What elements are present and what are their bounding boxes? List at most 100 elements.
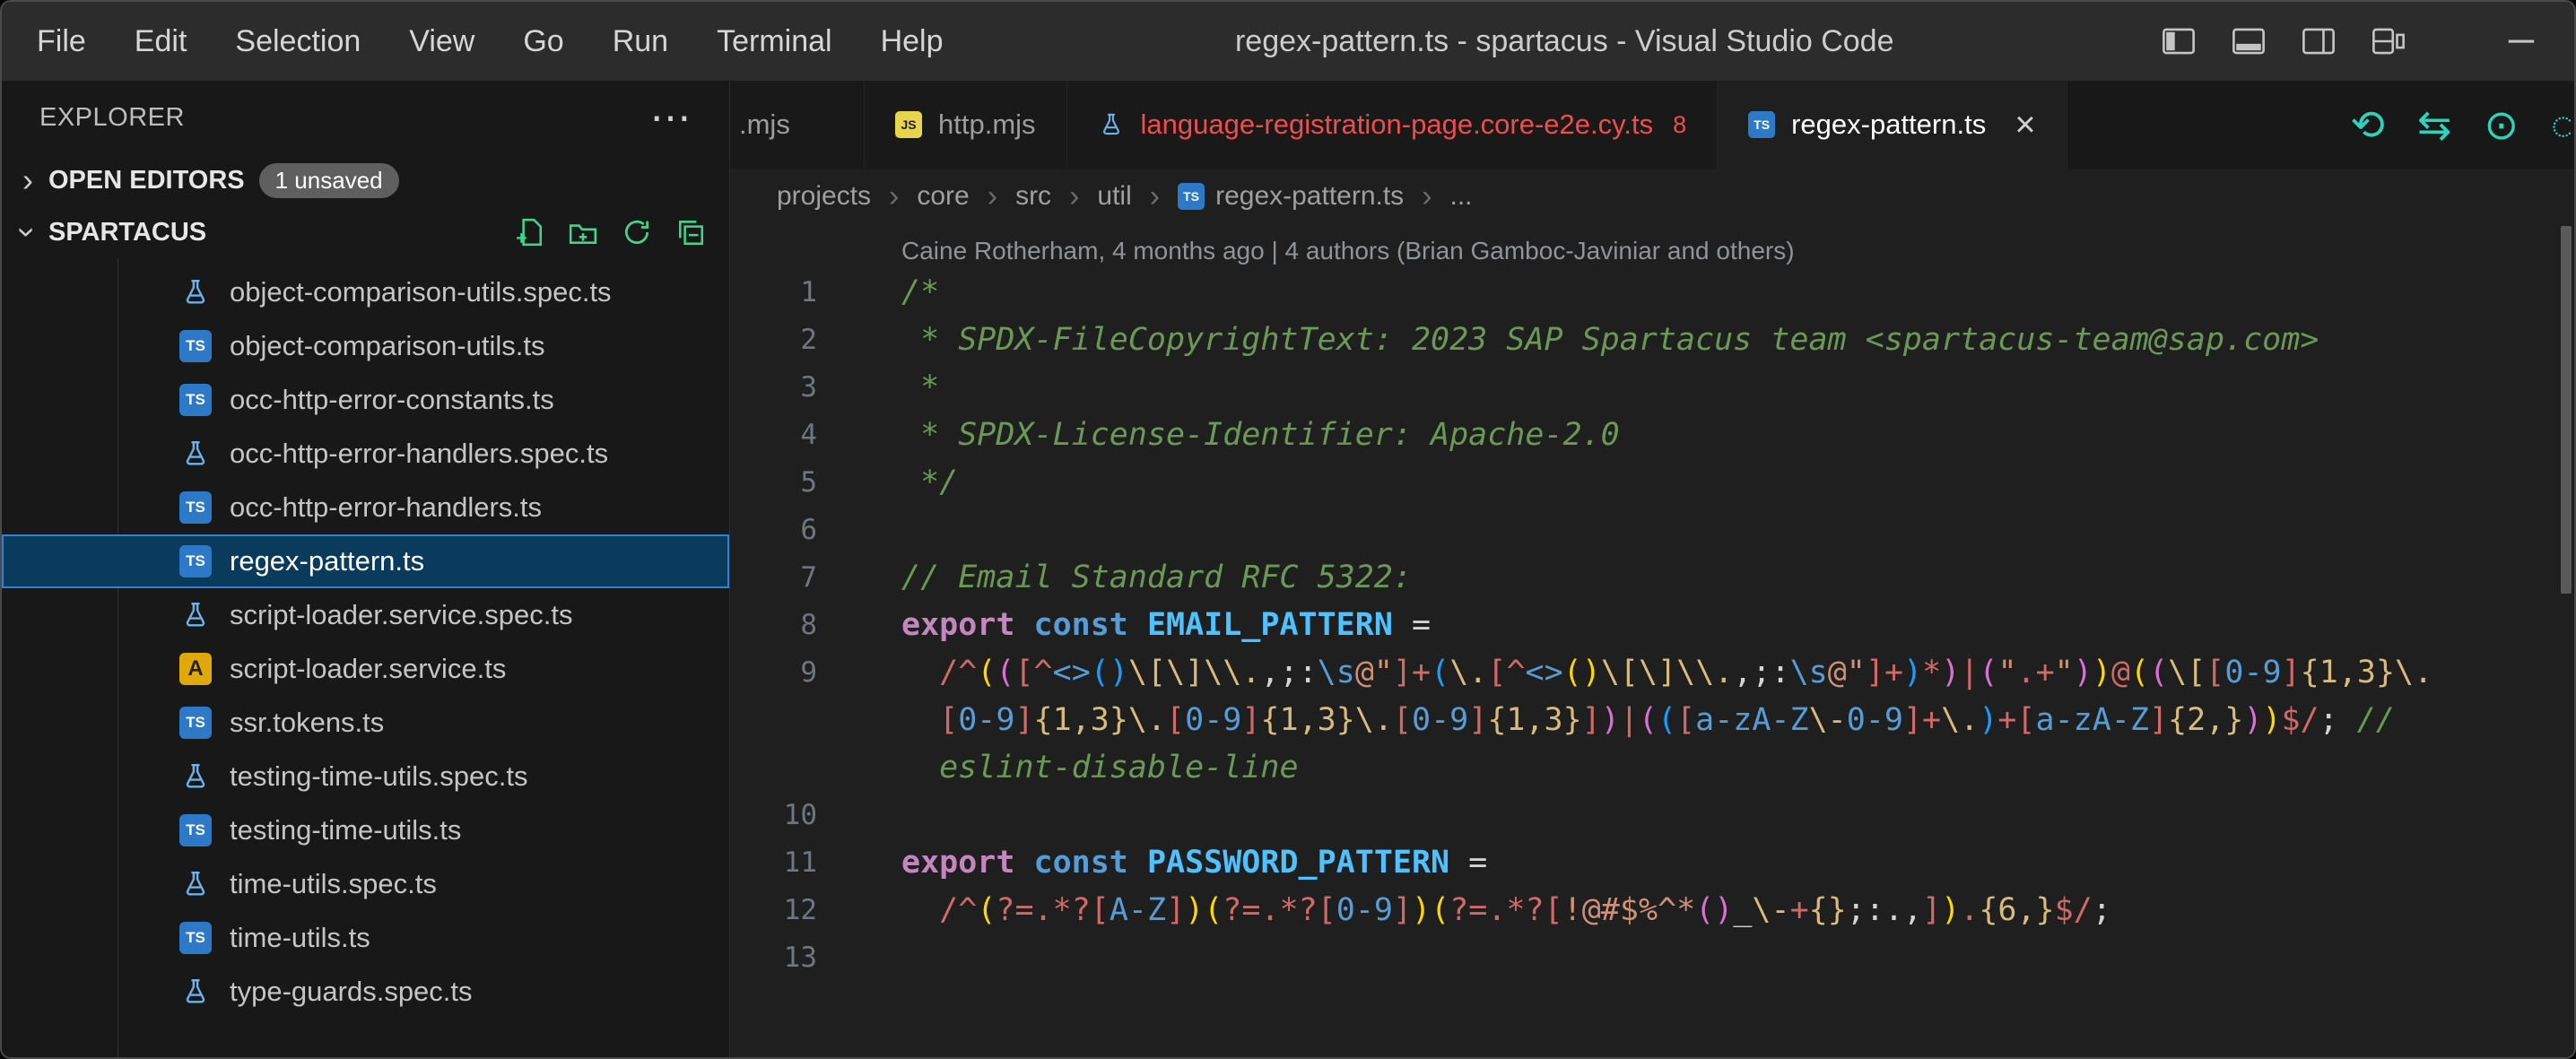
code-token: \s — [1790, 655, 1828, 690]
code-token — [901, 655, 939, 690]
tab-.mjs[interactable]: .mjs — [730, 81, 865, 169]
code-line-wrap[interactable]: [0-9]{1,3}\.[0-9]{1,3}\.[0-9]{1,3}])|(([… — [730, 697, 2574, 744]
typescript-icon: TS — [179, 707, 212, 739]
tree-item-script-loader.service.spec.ts[interactable]: script-loader.service.spec.ts — [2, 588, 729, 642]
more-icon[interactable]: ◌ — [2551, 104, 2571, 145]
tree-item-object-comparison-utils.spec.ts[interactable]: object-comparison-utils.spec.ts — [2, 265, 729, 319]
code-token: ] — [2149, 702, 2168, 738]
code-line-2[interactable]: 2 * SPDX-FileCopyrightText: 2023 SAP Spa… — [730, 317, 2574, 364]
breadcrumb-item-...[interactable]: ... — [1450, 181, 1473, 212]
unsaved-badge: 1 unsaved — [259, 163, 399, 198]
compare-changes-icon[interactable]: ⊙ — [2484, 104, 2519, 145]
menu-file[interactable]: File — [13, 24, 110, 59]
code-line-4[interactable]: 4 * SPDX-License-Identifier: Apache-2.0 — [730, 412, 2574, 459]
tree-item-testing-time-utils.ts[interactable]: TStesting-time-utils.ts — [2, 803, 729, 857]
tree-item-ssr.tokens.ts[interactable]: TSssr.tokens.ts — [2, 696, 729, 750]
code-line-text: */ — [817, 459, 958, 507]
refresh-icon[interactable] — [622, 217, 652, 247]
tree-item-regex-pattern.ts[interactable]: TSregex-pattern.ts — [2, 534, 729, 588]
code-token: ]+ — [1393, 655, 1431, 690]
tree-item-time-utils.ts[interactable]: TStime-utils.ts — [2, 911, 729, 965]
line-number: 11 — [730, 839, 817, 887]
more-actions-icon[interactable]: ⋯ — [650, 109, 692, 126]
test-flask-icon — [179, 760, 212, 793]
code-token: ] — [1922, 892, 1941, 928]
tree-item-script-loader.service.ts[interactable]: Ascript-loader.service.ts — [2, 642, 729, 696]
code-token: const — [1034, 845, 1128, 881]
breadcrumb-item-projects[interactable]: projects — [777, 181, 871, 212]
open-editors-header[interactable]: › OPEN EDITORS 1 unsaved — [2, 154, 729, 206]
breadcrumb-item-util[interactable]: util — [1097, 181, 1131, 212]
menu-run[interactable]: Run — [588, 24, 692, 59]
chevron-down-icon: › — [9, 219, 47, 246]
timeline-icon[interactable]: ⟲ — [2350, 104, 2385, 145]
code-line-10[interactable]: 10 — [730, 792, 2574, 839]
editor-scrollbar[interactable] — [2561, 226, 2572, 594]
tree-item-occ-http-error-constants.ts[interactable]: TSocc-http-error-constants.ts — [2, 373, 729, 427]
tab-regex-pattern.ts[interactable]: TSregex-pattern.ts× — [1718, 81, 2067, 169]
tree-item-object-comparison-utils.ts[interactable]: TSobject-comparison-utils.ts — [2, 319, 729, 373]
tree-item-label: testing-time-utils.ts — [230, 814, 461, 846]
code-token: \\. — [1676, 655, 1733, 690]
menu-terminal[interactable]: Terminal — [692, 24, 856, 59]
breadcrumb-item-src[interactable]: src — [1015, 181, 1051, 212]
menu-selection[interactable]: Selection — [211, 24, 385, 59]
menu-go[interactable]: Go — [499, 24, 587, 59]
open-changes-icon[interactable]: ⇆ — [2417, 104, 2452, 145]
vscode-window: FileEditSelectionViewGoRunTerminalHelp r… — [0, 0, 2576, 1059]
code-token: ?= — [1449, 892, 1487, 928]
code-token: A-Z — [1110, 892, 1166, 928]
new-folder-icon[interactable] — [568, 217, 598, 247]
code-token — [901, 702, 939, 738]
code-token: _ — [1733, 892, 1752, 928]
tree-item-time-utils.spec.ts[interactable]: time-utils.spec.ts — [2, 857, 729, 911]
code-token: ) — [1903, 655, 1922, 690]
code-token: [ — [939, 702, 958, 738]
layout-sidebar-right-icon[interactable] — [2302, 24, 2336, 58]
code-line-6[interactable]: 6 — [730, 507, 2574, 554]
menu-view[interactable]: View — [385, 24, 499, 59]
code-token: [ — [1318, 892, 1336, 928]
code-token: " — [2055, 655, 2074, 690]
code-line-wrap[interactable]: eslint-disable-line — [730, 744, 2574, 792]
tree-item-occ-http-error-handlers.ts[interactable]: TSocc-http-error-handlers.ts — [2, 481, 729, 534]
code-token: . — [1960, 892, 1979, 928]
code-line-text — [817, 507, 901, 554]
code-token: \. — [1355, 702, 1393, 738]
code-line-7[interactable]: 7// Email Standard RFC 5322: — [730, 554, 2574, 602]
codelens-authors[interactable]: Caine Rotherham, 4 months ago | 4 author… — [901, 237, 2574, 265]
code-editor[interactable]: Caine Rotherham, 4 months ago | 4 author… — [730, 224, 2574, 1057]
tree-item-type-guards.spec.ts[interactable]: type-guards.spec.ts — [2, 965, 729, 1019]
layout-panel-icon[interactable] — [2232, 24, 2266, 58]
code-line-5[interactable]: 5 */ — [730, 459, 2574, 507]
code-line-13[interactable]: 13 — [730, 934, 2574, 982]
layout-customize-icon[interactable] — [2371, 24, 2406, 58]
code-line-12[interactable]: 12 /^(?=.*?[A-Z])(?=.*?[0-9])(?=.*?[!@#$… — [730, 887, 2574, 934]
close-icon[interactable]: × — [2015, 111, 2035, 138]
breadcrumb-item-regex-pattern.ts[interactable]: TSregex-pattern.ts — [1178, 181, 1404, 212]
code-token: {} — [1809, 892, 1847, 928]
code-line-1[interactable]: 1/* — [730, 269, 2574, 317]
spartacus-section-header[interactable]: › SPARTACUS — [2, 206, 729, 258]
new-file-icon[interactable] — [514, 217, 544, 247]
tree-item-occ-http-error-handlers.spec.ts[interactable]: occ-http-error-handlers.spec.ts — [2, 427, 729, 481]
code-line-9[interactable]: 9 /^(([^<>()\[\]\\.,;:\s@"]+(\.[^<>()\[\… — [730, 649, 2574, 697]
line-number — [730, 697, 817, 744]
menu-help[interactable]: Help — [857, 24, 968, 59]
minimize-icon[interactable] — [2504, 24, 2538, 58]
code-line-3[interactable]: 3 * — [730, 364, 2574, 412]
code-token: ( — [1431, 892, 1449, 928]
code-token: 0-9 — [1185, 702, 1241, 738]
code-line-8[interactable]: 8export const EMAIL_PATTERN = — [730, 602, 2574, 649]
tab-http.mjs[interactable]: JShttp.mjs — [865, 81, 1067, 169]
tab-language-registration-page.core-e2e.cy.ts[interactable]: language-registration-page.core-e2e.cy.t… — [1067, 81, 1719, 169]
breadcrumb-item-core[interactable]: core — [917, 181, 969, 212]
tree-item-testing-time-utils.spec.ts[interactable]: testing-time-utils.spec.ts — [2, 750, 729, 803]
code-line-11[interactable]: 11export const PASSWORD_PATTERN = — [730, 839, 2574, 887]
collapse-all-icon[interactable] — [675, 217, 706, 247]
menu-edit[interactable]: Edit — [110, 24, 212, 59]
code-token: ( — [977, 655, 996, 690]
layout-sidebar-left-icon[interactable] — [2162, 24, 2196, 58]
typescript-icon: TS — [1178, 183, 1205, 210]
code-token: .*? — [1260, 892, 1317, 928]
